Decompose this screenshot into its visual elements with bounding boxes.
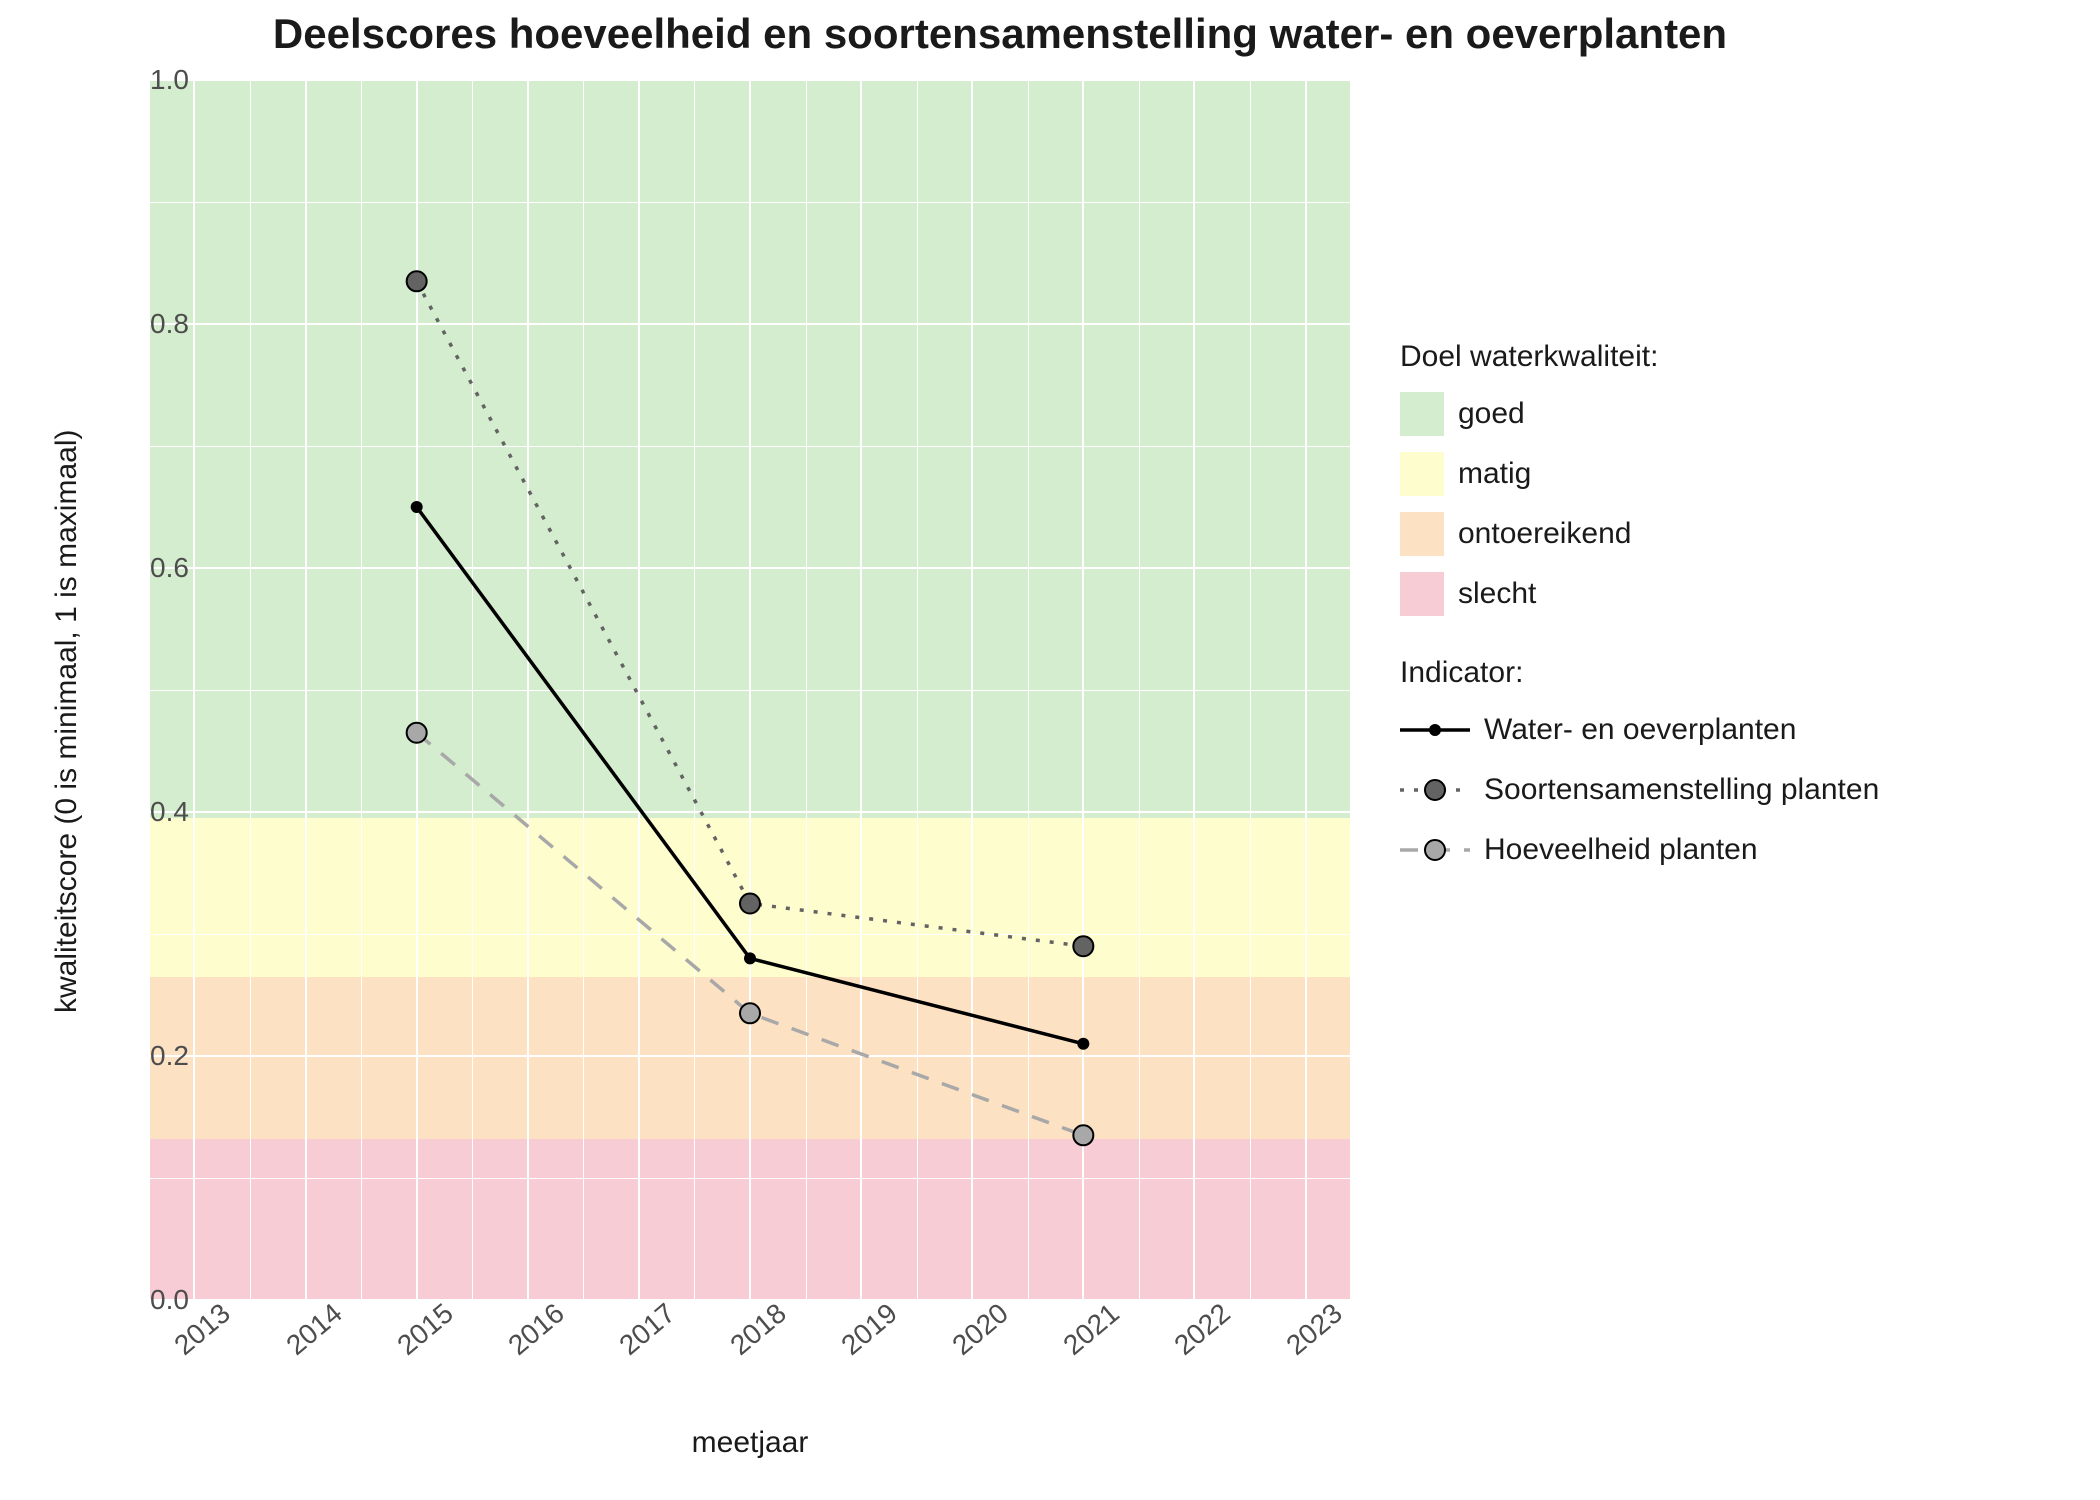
chart-title: Deelscores hoeveelheid en soortensamenst… [140, 10, 1860, 58]
legend-series-icon [1400, 768, 1470, 812]
legend-series-label: Water- en oeverplanten [1484, 713, 1796, 747]
legend-band-label: slecht [1458, 577, 1536, 611]
legend-band-label: matig [1458, 457, 1531, 491]
legend-series-icon [1400, 828, 1470, 872]
series-point [407, 723, 427, 743]
legend: Doel waterkwaliteit: goed matig ontoereike… [1400, 300, 1879, 888]
legend-series-label: Soortensamenstelling planten [1484, 773, 1879, 807]
legend-band-item: ontoereikend [1400, 512, 1879, 556]
series-point [744, 952, 756, 964]
legend-swatch [1400, 452, 1444, 496]
legend-band-label: goed [1458, 397, 1525, 431]
series-line [417, 281, 1084, 946]
legend-swatch [1400, 392, 1444, 436]
plot-area: 0.00.20.40.60.81.0 201320142015201620172… [150, 80, 1350, 1300]
y-axis-label: kwaliteitscore (0 is minimaal, 1 is maxi… [50, 430, 84, 1013]
legend-swatch [1400, 512, 1444, 556]
legend-series-icon [1400, 708, 1470, 752]
legend-series-label: Hoeveelheid planten [1484, 833, 1758, 867]
series-point [740, 1003, 760, 1023]
series-point [1077, 1038, 1089, 1050]
legend-series-title: Indicator: [1400, 656, 1879, 690]
legend-bands-title: Doel waterkwaliteit: [1400, 340, 1879, 374]
chart-lines [150, 80, 1350, 1300]
series-point [411, 501, 423, 513]
series-point [407, 271, 427, 291]
legend-swatch [1400, 572, 1444, 616]
legend-series-item: Water- en oeverplanten [1400, 708, 1879, 752]
figure: Deelscores hoeveelheid en soortensamenst… [0, 0, 2100, 1500]
series-point [740, 894, 760, 914]
series-point [1073, 936, 1093, 956]
legend-series-item: Soortensamenstelling planten [1400, 768, 1879, 812]
legend-band-item: matig [1400, 452, 1879, 496]
series-point [1073, 1125, 1093, 1145]
legend-band-item: slecht [1400, 572, 1879, 616]
legend-series-item: Hoeveelheid planten [1400, 828, 1879, 872]
x-axis-label: meetjaar [150, 1426, 1350, 1460]
legend-band-label: ontoereikend [1458, 517, 1631, 551]
legend-band-item: goed [1400, 392, 1879, 436]
